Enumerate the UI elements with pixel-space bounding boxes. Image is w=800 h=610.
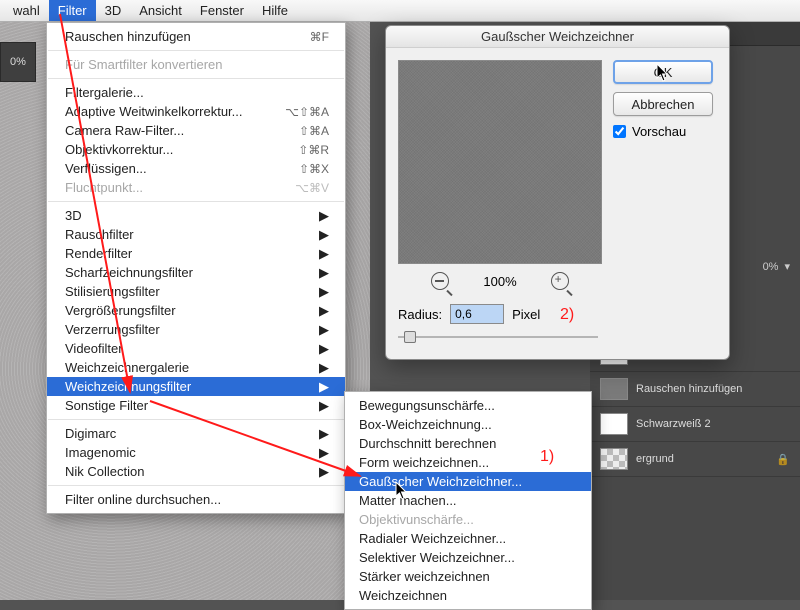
zoom-in-icon[interactable] bbox=[551, 272, 569, 290]
submenu-radial[interactable]: Radialer Weichzeichner... bbox=[345, 529, 591, 548]
menu-item-objektivkorrektur[interactable]: Objektivkorrektur...⇧⌘R bbox=[47, 140, 345, 159]
menu-item-nik[interactable]: Nik Collection▶ bbox=[47, 462, 345, 481]
gaussian-blur-dialog: Gaußscher Weichzeichner OK Abbrechen Vor… bbox=[385, 25, 730, 360]
submenu-matter[interactable]: Matter machen... bbox=[345, 491, 591, 510]
menu-item-fluchtpunkt: Fluchtpunkt...⌥⌘V bbox=[47, 178, 345, 197]
submenu-staerker[interactable]: Stärker weichzeichnen bbox=[345, 567, 591, 586]
menu-item-vergroesserung[interactable]: Vergrößerungsfilter▶ bbox=[47, 301, 345, 320]
layer-opacity-value[interactable]: 0% bbox=[763, 261, 779, 273]
menu-item-videofilter[interactable]: Videofilter▶ bbox=[47, 339, 345, 358]
menu-item-sonstige[interactable]: Sonstige Filter▶ bbox=[47, 396, 345, 415]
menu-item-rauschfilter[interactable]: Rauschfilter▶ bbox=[47, 225, 345, 244]
layer-label: ergrund bbox=[636, 453, 674, 465]
submenu-objektiv: Objektivunschärfe... bbox=[345, 510, 591, 529]
submenu-bewegung[interactable]: Bewegungsunschärfe... bbox=[345, 396, 591, 415]
slider-thumb[interactable] bbox=[404, 331, 416, 343]
menu-item-convert-smartfilter: Für Smartfilter konvertieren bbox=[47, 55, 345, 74]
preview-checkbox-input[interactable] bbox=[613, 125, 626, 138]
layer-thumb bbox=[600, 378, 628, 400]
radius-unit: Pixel bbox=[512, 307, 540, 322]
preview-checkbox[interactable]: Vorschau bbox=[613, 124, 717, 139]
menu-item-recent-filter[interactable]: Rauschen hinzufügen⌘F bbox=[47, 27, 345, 46]
menu-item-verzerrung[interactable]: Verzerrungsfilter▶ bbox=[47, 320, 345, 339]
menu-item-durchsuchen[interactable]: Filter online durchsuchen... bbox=[47, 490, 345, 509]
annotation-2: 2) bbox=[560, 306, 574, 324]
menu-item-renderfilter[interactable]: Renderfilter▶ bbox=[47, 244, 345, 263]
cancel-button[interactable]: Abbrechen bbox=[613, 92, 713, 116]
menu-filter[interactable]: Filter bbox=[49, 0, 96, 21]
menu-item-scharfzeichnung[interactable]: Scharfzeichnungsfilter▶ bbox=[47, 263, 345, 282]
radius-input[interactable] bbox=[450, 304, 504, 324]
menu-item-stilisierung[interactable]: Stilisierungsfilter▶ bbox=[47, 282, 345, 301]
submenu-box[interactable]: Box-Weichzeichnung... bbox=[345, 415, 591, 434]
dialog-title: Gaußscher Weichzeichner bbox=[386, 26, 729, 48]
menu-item-weichzeichnergalerie[interactable]: Weichzeichnergalerie▶ bbox=[47, 358, 345, 377]
zoom-percent: 100% bbox=[483, 274, 516, 289]
annotation-1: 1) bbox=[540, 448, 554, 466]
layer-label: Rauschen hinzufügen bbox=[636, 383, 742, 395]
radius-label: Radius: bbox=[398, 307, 442, 322]
layer-thumb bbox=[600, 448, 628, 470]
filter-menu: Rauschen hinzufügen⌘F Für Smartfilter ko… bbox=[46, 22, 346, 514]
menu-fenster[interactable]: Fenster bbox=[191, 0, 253, 21]
menu-item-imagenomic[interactable]: Imagenomic▶ bbox=[47, 443, 345, 462]
layer-thumb bbox=[600, 413, 628, 435]
menu-ansicht[interactable]: Ansicht bbox=[130, 0, 191, 21]
layer-row-bw[interactable]: Schwarzweiß 2 bbox=[590, 407, 800, 442]
menu-3d[interactable]: 3D bbox=[96, 0, 131, 21]
menu-item-filtergalerie[interactable]: Filtergalerie... bbox=[47, 83, 345, 102]
blur-submenu: Bewegungsunschärfe... Box-Weichzeichnung… bbox=[344, 391, 592, 610]
preview-checkbox-label: Vorschau bbox=[632, 124, 686, 139]
layer-row-background[interactable]: ergrund 🔒 bbox=[590, 442, 800, 477]
ok-button[interactable]: OK bbox=[613, 60, 713, 84]
menubar: wahl Filter 3D Ansicht Fenster Hilfe bbox=[0, 0, 800, 22]
menu-hilfe[interactable]: Hilfe bbox=[253, 0, 297, 21]
submenu-gauss[interactable]: Gaußscher Weichzeichner... bbox=[345, 472, 591, 491]
menu-item-weichzeichnungsfilter[interactable]: Weichzeichnungsfilter▶ bbox=[47, 377, 345, 396]
layer-label: Schwarzweiß 2 bbox=[636, 418, 711, 430]
zoom-level[interactable]: 0% bbox=[0, 42, 36, 82]
preview-thumbnail[interactable] bbox=[398, 60, 602, 264]
menu-item-verfluessigen[interactable]: Verflüssigen...⇧⌘X bbox=[47, 159, 345, 178]
menu-wahl[interactable]: wahl bbox=[4, 0, 49, 21]
lock-icon: 🔒 bbox=[776, 453, 790, 466]
zoom-out-icon[interactable] bbox=[431, 272, 449, 290]
submenu-selektiv[interactable]: Selektiver Weichzeichner... bbox=[345, 548, 591, 567]
layer-row-noise[interactable]: Rauschen hinzufügen bbox=[590, 372, 800, 407]
menu-item-3d-filters[interactable]: 3D▶ bbox=[47, 206, 345, 225]
menu-item-digimarc[interactable]: Digimarc▶ bbox=[47, 424, 345, 443]
radius-slider[interactable] bbox=[398, 330, 598, 344]
menu-item-weitwinkel[interactable]: Adaptive Weitwinkelkorrektur...⌥⇧⌘A bbox=[47, 102, 345, 121]
menu-item-camera-raw[interactable]: Camera Raw-Filter...⇧⌘A bbox=[47, 121, 345, 140]
submenu-weichzeichnen[interactable]: Weichzeichnen bbox=[345, 586, 591, 605]
